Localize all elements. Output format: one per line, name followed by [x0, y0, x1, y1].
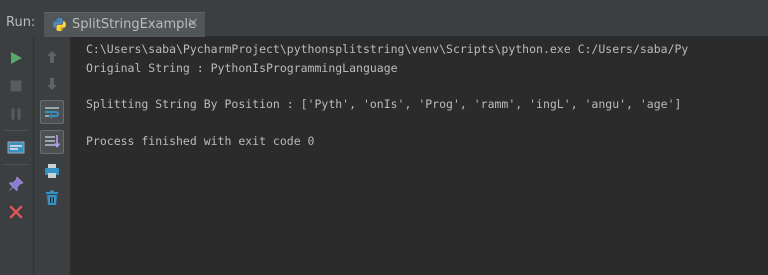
tab-close-button[interactable]: ×: [186, 16, 200, 30]
up-stack-button[interactable]: [41, 46, 63, 68]
tab-title: SplitStringExample: [72, 17, 197, 32]
console-line-split-result: Splitting String By Position : ['Pyth', …: [86, 97, 682, 111]
rerun-icon: [11, 52, 22, 64]
stop-icon: [10, 80, 22, 92]
clear-all-icon: [46, 190, 58, 205]
python-icon: [53, 17, 66, 32]
print-button[interactable]: [41, 160, 63, 182]
tab-split-string-example[interactable]: SplitStringExample ×: [44, 12, 205, 38]
down-arrow-icon: [47, 78, 57, 90]
run-label: Run:: [6, 15, 36, 30]
run-toolbar-secondary: [34, 37, 71, 275]
console-line-command: C:\Users\saba\PycharmProject\pythonsplit…: [86, 42, 689, 56]
soft-wrap-button[interactable]: [40, 100, 64, 124]
clear-all-button[interactable]: [41, 187, 63, 209]
run-toolbar-primary: [0, 37, 34, 275]
dump-threads-button[interactable]: [5, 137, 27, 159]
close-icon: [9, 205, 23, 219]
soft-wrap-icon: [45, 107, 59, 119]
stop-button[interactable]: [5, 75, 27, 97]
dump-threads-icon: [7, 141, 25, 154]
pause-button[interactable]: [5, 103, 27, 125]
scroll-to-end-icon: [45, 135, 60, 148]
pause-icon: [11, 108, 21, 120]
pin-tab-button[interactable]: [5, 173, 27, 195]
console-line-exit-status: Process finished with exit code 0: [86, 134, 315, 148]
run-tool-window-header: Run: SplitStringExample ×: [0, 0, 768, 38]
down-stack-button[interactable]: [41, 73, 63, 95]
print-icon: [45, 164, 59, 178]
close-run-button[interactable]: [5, 201, 27, 223]
toolbar-separator: [4, 164, 28, 165]
scroll-to-end-button[interactable]: [40, 130, 64, 154]
up-arrow-icon: [47, 51, 57, 63]
toolbar-separator: [4, 130, 28, 131]
pin-tab-icon: [9, 176, 24, 191]
rerun-button[interactable]: [5, 47, 27, 69]
console-line-original-string: Original String : PythonIsProgrammingLan…: [86, 61, 398, 75]
console-output[interactable]: C:\Users\saba\PycharmProject\pythonsplit…: [71, 37, 768, 275]
